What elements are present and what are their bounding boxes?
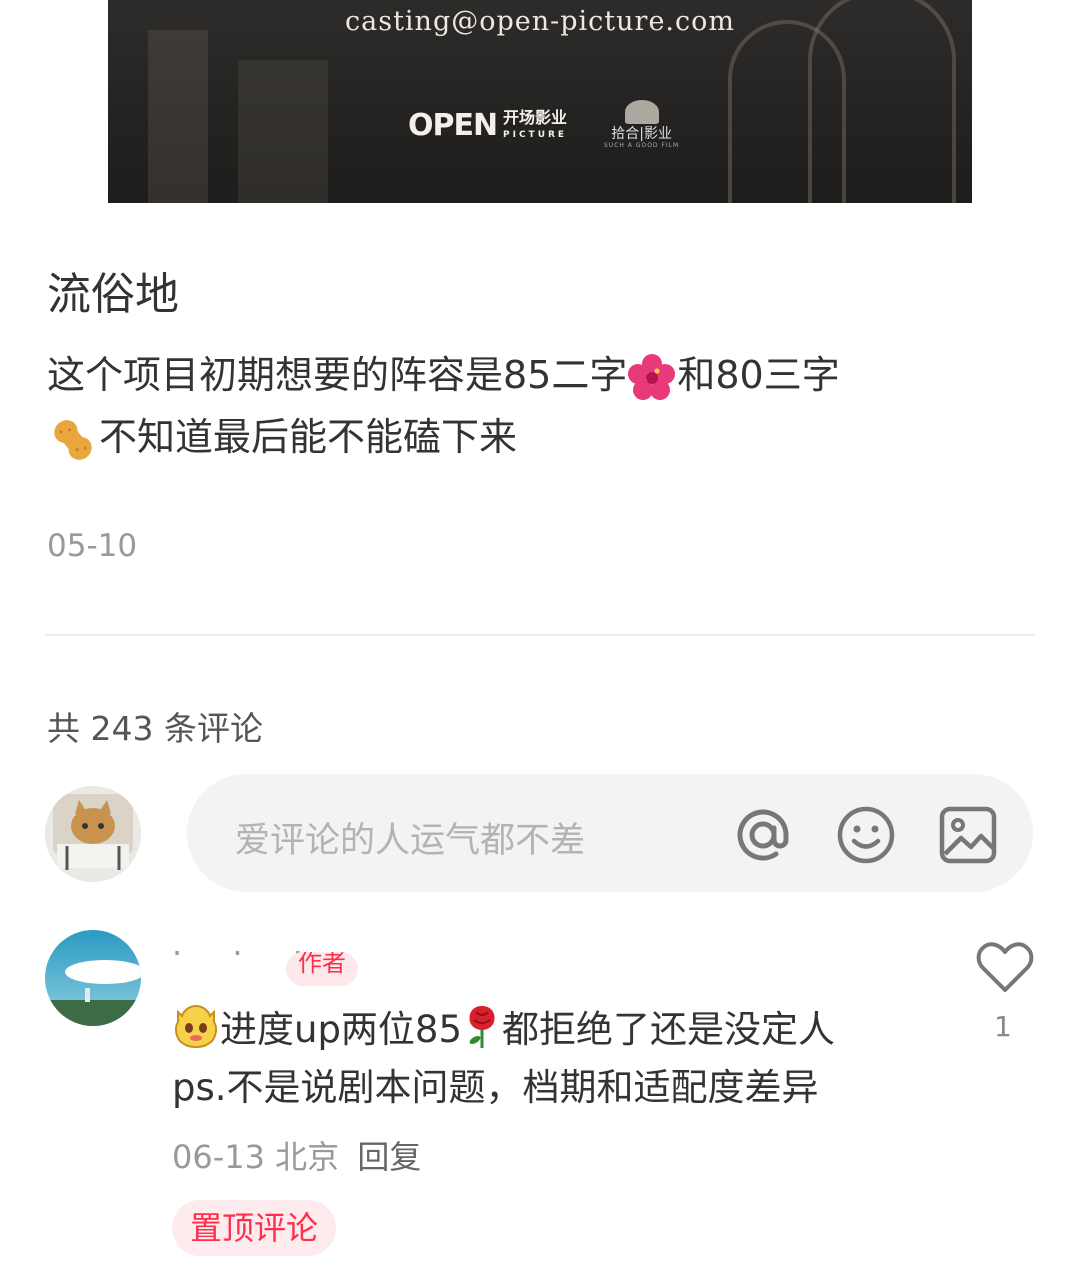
open-picture-logo-cn: 开场影业 [503, 108, 568, 127]
commenter-avatar[interactable] [45, 930, 141, 1026]
comment-text: 进度up两位85 都拒绝了还是没定人 ps.不是说剧本问题，档期和适配度差异 [172, 1001, 952, 1117]
open-picture-logo-en: PICTURE [503, 130, 568, 140]
at-icon[interactable] [732, 804, 794, 866]
banner-email: casting@open-picture.com [345, 6, 735, 37]
my-avatar[interactable] [45, 786, 141, 882]
post-body-text-2: 和80三字 [677, 353, 840, 397]
comment-count: 共 243 条评论 [47, 709, 263, 748]
second-studio-logo-en: SUCH A GOOD FILM [604, 142, 680, 149]
comment-text-3: ps.不是说剧本问题，档期和适配度差异 [172, 1066, 819, 1109]
open-picture-logo: OPEN [408, 108, 498, 143]
post-body: 这个项目初期想要的阵容是85二字 和80三字 不知道最后能不能磕下来 [47, 344, 1027, 468]
author-badge: 作者 [286, 952, 358, 986]
reply-button[interactable]: 回复 [357, 1138, 421, 1176]
image-icon[interactable] [937, 804, 999, 866]
peanut-icon [54, 419, 92, 460]
comment-location: 北京 [275, 1138, 340, 1176]
comment-meta: 06-13 北京 回复 [172, 1132, 421, 1178]
divider [45, 634, 1035, 636]
comment-text-1: 进度up两位85 [220, 1008, 463, 1051]
second-studio-logo: 拾合|影业 SUCH A GOOD FILM [604, 100, 679, 149]
second-studio-logo-cn: 拾合|影业 [611, 126, 672, 142]
landscape-avatar-image [45, 930, 141, 1026]
post-body-text-3: 不知道最后能不能磕下来 [99, 415, 518, 459]
post-date: 05-10 [47, 528, 138, 564]
comment-text-2: 都拒绝了还是没定人 [502, 1008, 836, 1051]
comment-input-placeholder: 爱评论的人运气都不差 [235, 821, 586, 861]
sticker-face-icon [175, 1004, 217, 1048]
banner-building-shape [238, 60, 328, 203]
studio-mark-icon [624, 100, 659, 124]
banner-building-shape [148, 30, 208, 203]
post-image-banner[interactable]: casting@open-picture.com OPEN 开场影业 PICTU… [108, 0, 972, 203]
post-body-text: 这个项目初期想要的阵容是85二字 [47, 353, 628, 397]
hibiscus-icon [628, 353, 676, 400]
heart-icon[interactable] [976, 940, 1034, 994]
name-mask [150, 922, 450, 950]
comment-input[interactable]: 爱评论的人运气都不差 [187, 774, 1033, 892]
pinned-comment-badge: 置顶评论 [172, 1200, 337, 1256]
like-count: 1 [994, 1010, 1012, 1043]
cat-avatar-image [45, 786, 141, 882]
comment-date: 06-13 [172, 1138, 265, 1176]
rose-icon [469, 1006, 495, 1048]
post-title: 流俗地 [47, 269, 179, 320]
emoji-icon[interactable] [835, 804, 897, 866]
